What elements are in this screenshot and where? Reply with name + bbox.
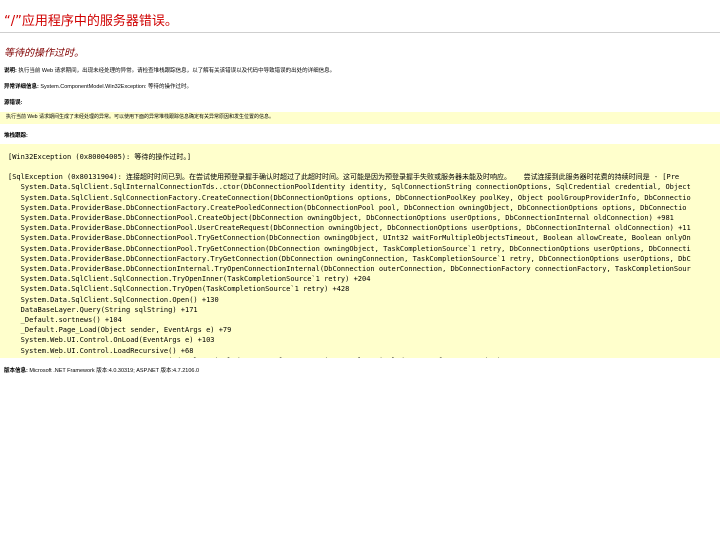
version-info-label: 版本信息: [4, 368, 28, 374]
source-error-row: 源错误: [4, 99, 716, 107]
page-title: “/”应用程序中的服务器错误。 [4, 14, 178, 29]
stack-trace-line: System.Data.ProviderBase.DbConnectionPoo… [8, 244, 691, 253]
divider [0, 32, 720, 33]
stack-trace-sql-exception: [SqlException (0x80131904): 连接超时时间已到。在尝试… [8, 173, 680, 182]
stack-trace-line: System.Data.ProviderBase.DbConnectionInt… [8, 265, 691, 274]
exception-details-label: 异常详细信息: [4, 84, 39, 90]
stack-trace-line: System.Data.SqlClient.SqlConnectionFacto… [8, 193, 691, 202]
description-label: 说明: [4, 68, 17, 74]
stack-trace-line: System.Data.ProviderBase.DbConnectionPoo… [8, 214, 674, 223]
stack-trace-line: _Default.Page_Load(Object sender, EventA… [8, 326, 232, 335]
description-text: 执行当前 Web 请求期间，出现未经处理的异常。请检查堆栈跟踪信息，以了解有关该… [18, 68, 336, 74]
stack-trace-line: _Default.sortnews() +104 [8, 316, 122, 325]
exception-details-row: 异常详细信息: System.ComponentModel.Win32Excep… [4, 83, 716, 91]
version-info-row: 版本信息: Microsoft .NET Framework 版本:4.0.30… [4, 366, 716, 374]
error-message: 等待的操作过时。 [4, 48, 84, 59]
stack-trace-line: System.Web.UI.Control.OnLoad(EventArgs e… [8, 336, 215, 345]
source-error-box: 执行当前 Web 请求期间生成了未经处理的异常。可以使用下面的异常堆栈跟踪信息确… [0, 112, 720, 124]
stack-trace-line: System.Data.SqlClient.SqlConnection.TryO… [8, 275, 371, 284]
source-error-label: 源错误: [4, 100, 23, 106]
stack-trace-line: System.Data.ProviderBase.DbConnectionFac… [8, 203, 687, 212]
stack-trace-line: System.Data.ProviderBase.DbConnectionFac… [8, 254, 691, 263]
stack-trace-line: System.Data.ProviderBase.DbConnectionPoo… [8, 224, 691, 233]
description-row: 说明: 执行当前 Web 请求期间，出现未经处理的异常。请检查堆栈跟踪信息，以了… [4, 67, 716, 75]
error-page: “/”应用程序中的服务器错误。 等待的操作过时。 说明: 执行当前 Web 请求… [0, 0, 720, 374]
stack-trace-row: 堆栈跟踪: [4, 132, 716, 140]
stack-trace-lines: System.Data.SqlClient.SqlInternalConnect… [8, 182, 720, 358]
stack-trace-line: System.Web.UI.Page.ProcessRequestMain(Bo… [8, 356, 720, 358]
version-info-text: Microsoft .NET Framework 版本:4.0.30319; A… [29, 368, 200, 374]
stack-trace-line: System.Data.SqlClient.SqlInternalConnect… [8, 183, 691, 192]
exception-details-text: System.ComponentModel.Win32Exception: 等待… [40, 84, 192, 90]
stack-trace-line: System.Data.SqlClient.SqlConnection.TryO… [8, 285, 350, 294]
stack-trace-line: System.Data.ProviderBase.DbConnectionPoo… [8, 234, 691, 243]
stack-trace-line: System.Data.SqlClient.SqlConnection.Open… [8, 295, 219, 304]
stack-trace-header: [Win32Exception (0x80004005): 等待的操作过时。] [8, 153, 192, 161]
stack-trace-line: DataBaseLayer.Query(String sqlString) +1… [8, 305, 198, 314]
stack-trace-box: [Win32Exception (0x80004005): 等待的操作过时。] … [0, 144, 720, 358]
stack-trace-label: 堆栈跟踪: [4, 133, 28, 139]
source-error-text: 执行当前 Web 请求期间生成了未经处理的异常。可以使用下面的异常堆栈跟踪信息确… [6, 114, 274, 120]
stack-trace-line: System.Web.UI.Control.LoadRecursive() +6… [8, 346, 194, 355]
